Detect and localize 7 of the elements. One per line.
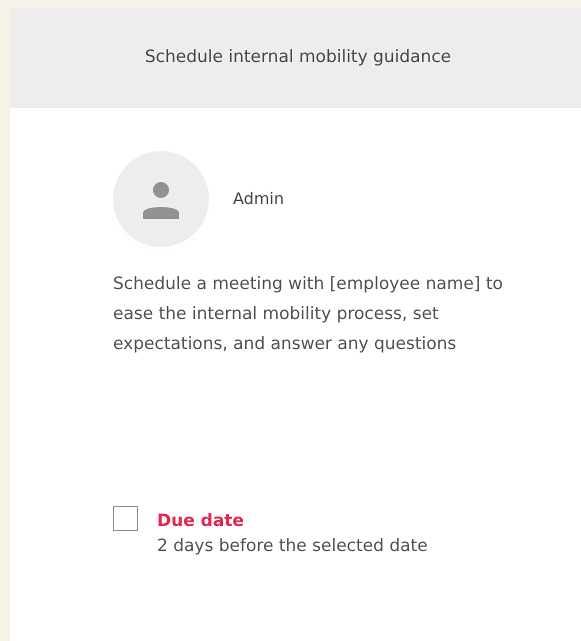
assignee-name: Admin	[233, 188, 284, 210]
person-icon	[141, 179, 181, 219]
due-date-checkbox[interactable]	[113, 506, 138, 531]
dialog-title: Schedule internal mobility guidance	[144, 46, 452, 70]
due-date-label: Due date	[157, 510, 245, 533]
due-date-detail: 2 days before the selected date	[157, 535, 428, 558]
task-description: Schedule a meeting with [employee name] to ease the internal mobility process, set expectations, and answer any questions	[113, 273, 504, 356]
